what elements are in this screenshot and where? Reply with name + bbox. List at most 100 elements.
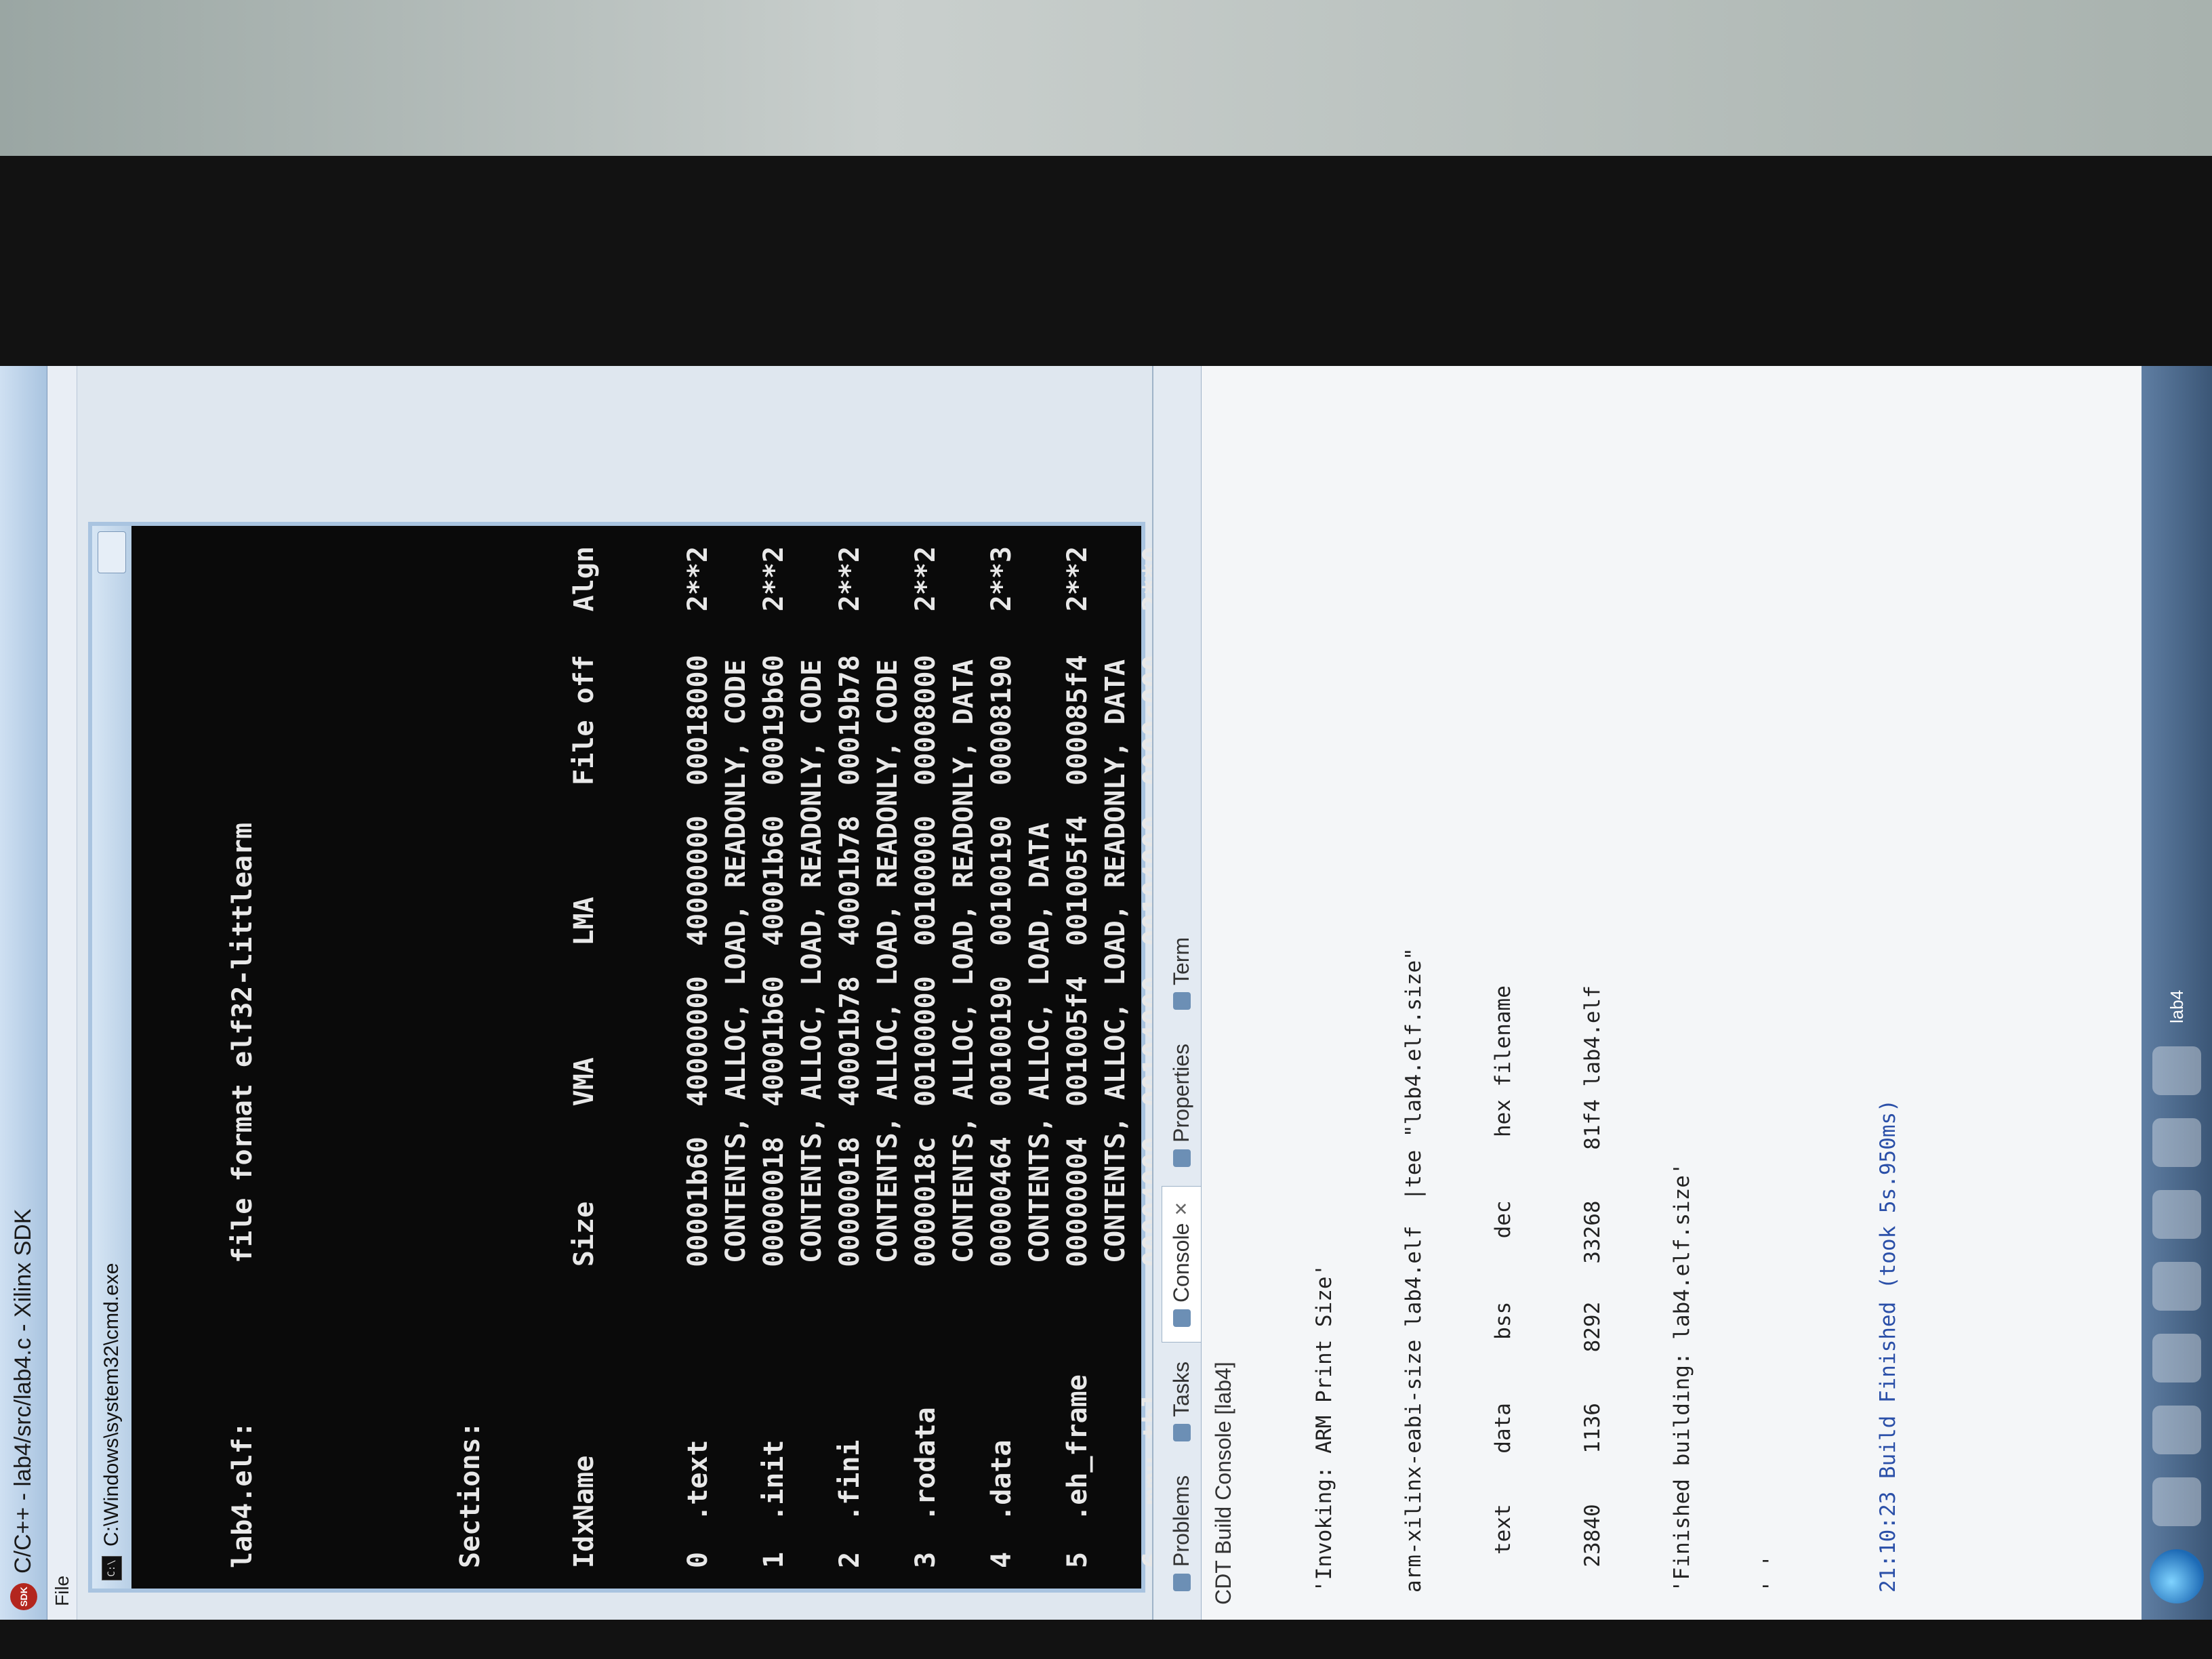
section-idx: 0 [682,1551,714,1568]
section-algn: 2**2 [1062,546,1093,612]
section-lma: 40000000 [682,815,714,946]
cmd-icon: C:\ [102,1556,122,1580]
section-size: 00001b60 [682,1136,714,1267]
console-line: 23840 1136 8292 33268 81f4 lab4.elf [1580,985,1605,1593]
taskbar-label: lab4 [2166,989,2187,1023]
cmd-output: lab4.elf: file format elf32-littlearm Se… [131,526,1511,1589]
build-finished-line: 21:10:23 Build Finished (took 5s.950ms) [1876,1099,1900,1593]
xilinx-sdk-icon: SDK [9,1583,37,1610]
section-row: 4 .data 00000464 00100190 00100190 00008190 2*… [983,546,1021,1568]
section-row: 5 .eh_frame 00000004 001005f4 001005f4 000085… [1059,546,1097,1568]
section-algn: 2**3 [986,546,1017,612]
section-idx: 1 [758,1551,790,1568]
tab-terminal[interactable]: Term [1162,922,1201,1025]
section-lma: 001005f4 [1062,815,1093,946]
console-header: CDT Build Console [lab4] [1211,1361,1235,1605]
col-size: Size [569,1201,600,1267]
tab-tasks[interactable]: Tasks [1162,1347,1201,1456]
section-flags: CONTENTS, ALLOC, LOAD, READONLY, CODE [720,659,752,1263]
section-file-off: 000085f4 [1062,655,1093,785]
taskbar: lab4 [2142,366,2212,1620]
section-flags: CONTENTS, ALLOC, LOAD, READONLY, DATA [1100,659,1131,1263]
section-algn: 2**2 [682,546,714,612]
taskbar-app-icon[interactable] [2152,1477,2201,1526]
section-file-off: 00019b60 [758,655,790,785]
section-flags: CONTENTS, ALLOC, LOAD, READONLY, CODE [872,659,903,1263]
col-file-off: File off [569,655,600,785]
cmd-window[interactable]: C:\ C:\Windows\system32\cmd.exe lab4.elf… [88,522,1511,1593]
col-lma: LMA [569,897,600,946]
minimize-button[interactable] [98,531,126,573]
section-lma: 00100000 [910,815,941,946]
console-panel: Problems Tasks Console ✕ Properties Term … [1152,366,2212,1620]
section-flags: CONTENTS, ALLOC, LOAD, READONLY, CODE [796,659,827,1263]
sections-header-row: Idx Name Size VMA LMA File off Algn [565,546,603,1568]
section-flags: CONTENTS, ALLOC, LOAD, READONLY, DATA [948,659,979,1263]
objdump-header: lab4.elf: file format elf32-littlearm [224,546,262,1568]
tab-label: Tasks [1169,1361,1193,1417]
section-vma: 001005f4 [1062,976,1093,1107]
col-idx: Idx [569,1519,600,1568]
tab-label: Term [1169,937,1193,985]
skype-icon[interactable] [2152,1334,2201,1382]
taskbar-app-icon[interactable] [2152,1190,2201,1239]
sdk-title-bar[interactable]: SDK C/C++ - lab4/src/lab4.c - Xilinx SDK [0,366,47,1620]
section-row: 0 .text 00001b60 40000000 40000000 00018000 2*… [679,546,717,1568]
console-output: 'Invoking: ARM Print Size' arm-xilinx-ea… [1246,366,1967,1620]
section-idx: 5 [1062,1551,1093,1568]
window-title: C/C++ - lab4/src/lab4.c - Xilinx SDK [10,1208,36,1574]
section-idx: 3 [910,1551,941,1568]
section-vma: 40000000 [682,976,714,1107]
col-vma: VMA [569,1057,600,1107]
elf-file-name: lab4.elf: [227,1421,258,1568]
console-line: 'Finished building: lab4.elf.size' [1670,1162,1694,1593]
tab-console[interactable]: Console ✕ [1162,1185,1201,1343]
tasks-icon [1172,1423,1191,1441]
start-button[interactable] [2150,1549,2204,1603]
terminal-icon [1172,992,1191,1010]
chrome-icon[interactable] [2152,1406,2201,1454]
section-file-off: 00008000 [910,655,941,785]
console-line: text data bss dec hex filename [1491,985,1515,1593]
section-size: 00000018 [834,1136,865,1267]
close-icon[interactable]: ✕ [1171,1202,1192,1216]
section-algn: 2**2 [758,546,790,612]
cmd-title: C:\Windows\system32\cmd.exe [100,1263,123,1547]
section-lma: 40001b60 [758,815,790,946]
menu-file[interactable]: File [52,1576,73,1606]
section-file-off: 00018000 [682,655,714,785]
tab-properties[interactable]: Properties [1162,1029,1201,1182]
problems-icon [1172,1574,1191,1591]
section-idx: 2 [834,1551,865,1568]
taskbar-app-icon[interactable] [2152,1118,2201,1167]
photo-background [0,0,2212,156]
console-line: arm-xilinx-eabi-size lab4.elf |tee "lab4… [1401,947,1426,1593]
console-line: ' ' [1759,1555,1784,1593]
section-name: .init [758,1439,790,1521]
console-line: 'Invoking: ARM Print Size' [1312,1263,1336,1593]
col-algn: Algn [569,546,600,612]
section-idx: 4 [986,1551,1017,1568]
console-tab-bar: Problems Tasks Console ✕ Properties Term [1153,366,1202,1620]
section-lma: 40001b78 [834,815,865,946]
section-row: 3 .rodata 0000018c 00100000 00100000 00008000… [907,546,945,1568]
properties-icon [1172,1149,1191,1167]
section-vma: 00100000 [910,976,941,1107]
tab-problems[interactable]: Problems [1162,1460,1201,1606]
section-name: .rodata [910,1407,941,1521]
tab-label: Problems [1169,1475,1193,1567]
screen: SDK C/C++ - lab4/src/lab4.c - Xilinx SDK… [0,366,2212,1620]
section-file-off: 00008190 [986,655,1017,785]
section-name: .fini [834,1439,865,1521]
sdk-taskbar-icon[interactable] [2152,1046,2201,1095]
section-name: .eh_frame [1062,1374,1093,1521]
section-size: 0000018c [910,1136,941,1267]
console-icon [1172,1309,1191,1328]
desktop: SDK C/C++ - lab4/src/lab4.c - Xilinx SDK… [0,366,2212,1620]
section-name: .text [682,1439,714,1521]
section-row: 1 .init 00000018 40001b60 40001b60 00019b60 2*… [755,546,793,1568]
cmd-title-bar[interactable]: C:\ C:\Windows\system32\cmd.exe [92,526,131,1589]
taskbar-app-icon[interactable] [2152,1262,2201,1311]
tab-label: Properties [1169,1044,1193,1143]
section-algn: 2**2 [834,546,865,612]
